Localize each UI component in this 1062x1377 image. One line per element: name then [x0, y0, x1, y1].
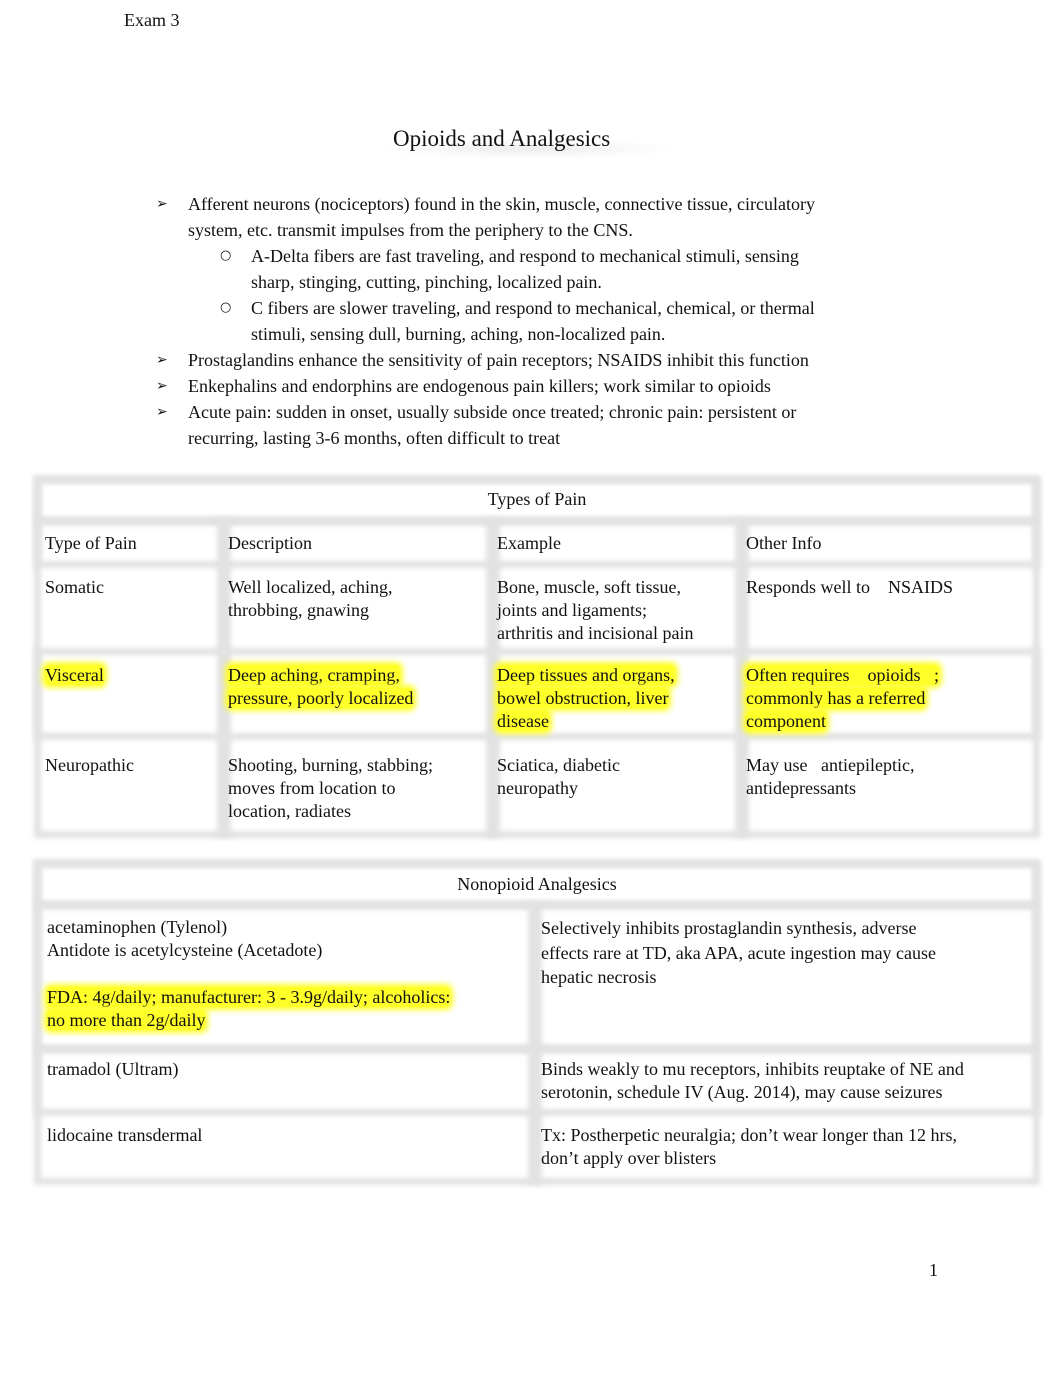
table-border — [528, 902, 542, 1185]
cell-line: Neuropathic — [45, 755, 134, 775]
drug-line: acetaminophen (Tylenol) — [47, 917, 228, 937]
table-cell: Neuropathic — [45, 754, 134, 777]
table-border — [34, 476, 1040, 524]
bullet-text: system, etc. transmit impulses from the … — [188, 220, 633, 240]
sub-bullet-text: C fibers are slower traveling, and respo… — [251, 298, 815, 318]
drug-cell: lidocaine transdermal — [47, 1124, 517, 1147]
bullet-text: recurring, lasting 3-6 months, often dif… — [188, 428, 561, 448]
column-header: Description — [228, 533, 312, 553]
arrow-bullet-icon: ➢ — [156, 404, 168, 420]
cell-line: Well localized, aching, — [228, 577, 393, 597]
sub-bullet-text: stimuli, sensing dull, burning, aching, … — [251, 324, 666, 344]
table-cell: Responds well to NSAIDS — [746, 576, 953, 599]
drug-line: Antidote is acetylcysteine (Acetadote) — [47, 940, 323, 960]
info-cell: Selectively inhibits prostaglandin synth… — [541, 916, 1021, 990]
cell-line: May use antiepileptic, — [746, 755, 915, 775]
cell-line: Visceral — [45, 665, 104, 685]
circle-bullet-icon: ○ — [220, 300, 232, 315]
page-number: 1 — [929, 1260, 938, 1280]
bullet-item: ➢ Prostaglandins enhance the sensitivity… — [156, 347, 876, 373]
table-cell: Somatic — [45, 576, 104, 599]
table-cell: Well localized, aching, throbbing, gnawin… — [228, 576, 392, 622]
cell-line: moves from location to — [228, 778, 396, 798]
bullet-text: Afferent neurons (nociceptors) found in … — [188, 194, 815, 214]
drug-line: lidocaine transdermal — [47, 1125, 203, 1145]
cell-line: Bone, muscle, soft tissue, — [497, 577, 681, 597]
cell-line: joints and ligaments; — [497, 600, 647, 620]
bullet-item: ➢ Enkephalins and endorphins are endogen… — [156, 373, 876, 399]
bullet-item: ➢ Afferent neurons (nociceptors) found i… — [156, 191, 876, 243]
table-border — [34, 860, 1040, 908]
table-cell: Bone, muscle, soft tissue, joints and lig… — [497, 576, 693, 645]
dosage-highlight-line: no more than 2g/daily — [47, 1010, 206, 1030]
info-line: serotonin, schedule IV (Aug. 2014), may … — [541, 1082, 943, 1102]
info-line: Binds weakly to mu receptors, inhibits r… — [541, 1059, 964, 1079]
info-line: Tx: Postherpetic neuralgia; don’t wear l… — [541, 1125, 958, 1145]
info-cell: Binds weakly to mu receptors, inhibits r… — [541, 1058, 1021, 1104]
table-cell: Sciatica, diabetic neuropathy — [497, 754, 620, 800]
arrow-bullet-icon: ➢ — [156, 378, 168, 394]
info-line: hepatic necrosis — [541, 967, 657, 987]
table-cell: Often requires opioids ; commonly has a r… — [746, 664, 939, 733]
table-cell: Deep aching, cramping, pressure, poorly l… — [228, 664, 414, 710]
sub-bullet-item: ○ A-Delta fibers are fast traveling, and… — [156, 243, 876, 295]
cell-line: arthritis and incisional pain — [497, 623, 694, 643]
page-header: Exam 3 — [124, 10, 180, 30]
drug-line: tramadol (Ultram) — [47, 1059, 179, 1079]
cell-line: Sciatica, diabetic — [497, 755, 620, 775]
bullet-text: Prostaglandins enhance the sensitivity o… — [188, 350, 809, 370]
circle-bullet-icon: ○ — [220, 248, 232, 263]
drug-cell: acetaminophen (Tylenol) Antidote is acety… — [47, 916, 517, 1032]
cell-line: commonly has a referred — [746, 688, 926, 708]
cell-line: pressure, poorly localized — [228, 688, 414, 708]
table-cell: May use antiepileptic, antidepressants — [746, 754, 914, 800]
cell-line: Often requires opioids ; — [746, 665, 939, 685]
bullet-text: Enkephalins and endorphins are endogenou… — [188, 376, 771, 396]
info-line: effects rare at TD, aka APA, acute inges… — [541, 942, 937, 963]
info-line: don’t apply over blisters — [541, 1148, 717, 1168]
column-header: Type of Pain — [45, 533, 137, 553]
arrow-bullet-icon: ➢ — [156, 196, 168, 212]
table-cell: Visceral — [45, 664, 104, 687]
bullet-text: Acute pain: sudden in onset, usually sub… — [188, 402, 797, 422]
types-of-pain-table: Types of Pain Type of Pain Description Exa… — [34, 476, 1040, 838]
cell-line: antidepressants — [746, 778, 856, 798]
nonopioid-analgesics-table: Nonopioid Analgesics acetaminophen (Tyle… — [34, 860, 1040, 1185]
cell-line: bowel obstruction, liver — [497, 688, 669, 708]
cell-line: component — [746, 711, 826, 731]
info-cell: Tx: Postherpetic neuralgia; don’t wear l… — [541, 1124, 1021, 1170]
table-cell: Shooting, burning, stabbing; moves from l… — [228, 754, 433, 823]
table-cell: Deep tissues and organs, bowel obstructio… — [497, 664, 675, 733]
cell-line: neuropathy — [497, 778, 578, 798]
cell-line: Shooting, burning, stabbing; — [228, 755, 434, 775]
cell-line: throbbing, gnawing — [228, 600, 369, 620]
cell-line: Responds well to NSAIDS — [746, 577, 954, 597]
arrow-bullet-icon: ➢ — [156, 352, 168, 368]
cell-line: Somatic — [45, 577, 104, 597]
column-header: Example — [497, 533, 561, 553]
cell-line: location, radiates — [228, 801, 351, 821]
drug-cell: tramadol (Ultram) — [47, 1058, 517, 1081]
cell-line: Deep tissues and organs, — [497, 665, 675, 685]
bullet-list: ➢ Afferent neurons (nociceptors) found i… — [156, 191, 876, 451]
dosage-highlight-line: FDA: 4g/daily; manufacturer: 3 - 3.9g/da… — [47, 987, 451, 1007]
cell-line: disease — [497, 711, 549, 731]
sub-bullet-item: ○ C fibers are slower traveling, and res… — [156, 295, 876, 347]
cell-line: Deep aching, cramping, — [228, 665, 400, 685]
sub-bullet-text: A-Delta fibers are fast traveling, and r… — [251, 246, 799, 266]
column-header: Other Info — [746, 533, 822, 553]
document-title: Opioids and Analgesics — [393, 126, 611, 151]
sub-bullet-text: sharp, stinging, cutting, pinching, loca… — [251, 272, 602, 292]
info-line: Selectively inhibits prostaglandin synth… — [541, 918, 917, 938]
bullet-item: ➢ Acute pain: sudden in onset, usually s… — [156, 399, 876, 451]
